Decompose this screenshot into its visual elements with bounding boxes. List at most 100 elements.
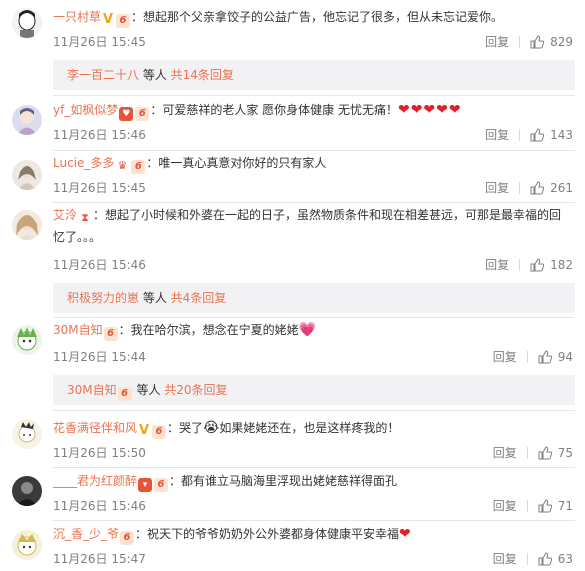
like-icon[interactable] (538, 498, 552, 513)
comment-text: 一只村草 V 6 ：想起那个父亲拿饺子的公益广告，他忘记了很多，但从未忘记爱你。 (53, 6, 575, 28)
comment-text: 沉_香_少_爷 6 ：祝天下的爷爷奶奶外公外婆都身体健康平安幸福❤ (53, 523, 575, 545)
like-count: 261 (550, 180, 573, 195)
replies-count-link[interactable]: 共20条回复 (164, 383, 227, 397)
like-icon[interactable] (530, 180, 545, 195)
comment-actions: 回复 94 (493, 348, 573, 365)
comment-time: 11月26日 15:47 (53, 552, 146, 566)
divider (526, 446, 528, 459)
comment-actions: 回复 261 (485, 179, 573, 196)
vip-icon: 6 (131, 160, 146, 174)
replies-mid-text: 等人 (139, 68, 171, 82)
replies-count-link[interactable]: 共4条回复 (171, 291, 227, 305)
username-link[interactable]: ____君为红颜醉 (53, 474, 137, 488)
flag-badge-icon: ▾ (138, 478, 153, 492)
vip-icon: 6 (117, 387, 132, 401)
divider (519, 35, 521, 48)
reply-user-link[interactable]: 李一百二十八 (67, 68, 139, 82)
reply-button[interactable]: 回复 (493, 348, 517, 365)
username-link[interactable]: Lucie_多多 (53, 156, 114, 170)
comment-body-cont: 忆了。。。 (53, 230, 102, 244)
divider (526, 552, 528, 565)
username-link[interactable]: 艾泠 (53, 208, 77, 222)
hourglass-icon: ⧗ (81, 211, 89, 224)
replies-summary[interactable]: 李一百二十八 等人 共14条回复 (53, 60, 575, 90)
avatar[interactable] (12, 8, 42, 38)
reply-button[interactable]: 回复 (493, 550, 517, 567)
reply-button[interactable]: 回复 (493, 497, 517, 514)
username-link[interactable]: yf_如枫似梦 (53, 103, 118, 117)
reply-button[interactable]: 回复 (485, 126, 509, 143)
vip-icon: 6 (154, 478, 169, 492)
replies-count-link[interactable]: 共14条回复 (171, 68, 234, 82)
heart-emoji-icon: ❤❤❤❤❤ (397, 102, 462, 118)
comment-time: 11月26日 15:50 (53, 446, 146, 460)
username-link[interactable]: 花香满径伴和风 (53, 421, 137, 435)
divider (53, 467, 575, 468)
reply-button[interactable]: 回复 (485, 33, 509, 50)
comment-time: 11月26日 15:45 (53, 35, 146, 49)
divider (519, 128, 521, 141)
comment-time: 11月26日 15:46 (53, 128, 146, 142)
vip-icon: 6 (120, 531, 135, 545)
username-link[interactable]: 沉_香_少_爷 (53, 527, 119, 541)
username-link[interactable]: 30M自知 (53, 323, 103, 337)
avatar[interactable] (12, 325, 42, 355)
like-count: 829 (550, 34, 573, 49)
comment-body: ：想起那个父亲拿饺子的公益广告，他忘记了很多，但从未忘记爱你。 (131, 10, 504, 24)
verified-v-icon: V (102, 12, 114, 27)
comment-body: ：唯一真心真意对你好的只有家人 (146, 156, 327, 170)
comment-body: ：想起了小时候和外婆在一起的日子，虽然物质条件和现在相差甚远，可那是最幸福的回 (93, 208, 562, 222)
comment-text: Lucie_多多 ♛ 6 ：唯一真心真意对你好的只有家人 (53, 152, 575, 174)
divider (519, 258, 521, 271)
reply-user-link[interactable]: 积极努力的崽 (67, 291, 139, 305)
like-icon[interactable] (530, 34, 545, 49)
reply-button[interactable]: 回复 (485, 179, 509, 196)
like-icon[interactable] (538, 551, 552, 566)
comment-body: ：都有谁立马脑海里浮现出姥姥慈祥得面孔 (169, 474, 398, 488)
vip-icon: 6 (116, 14, 131, 28)
avatar[interactable] (12, 160, 42, 190)
heart-badge-icon: ♥ (119, 107, 134, 121)
like-count: 182 (550, 257, 573, 272)
avatar[interactable] (12, 105, 42, 135)
divider (526, 350, 528, 363)
reply-button[interactable]: 回复 (485, 256, 509, 273)
comment-time: 11月26日 15:45 (53, 181, 146, 195)
comment-time: 11月26日 15:46 (53, 499, 146, 513)
heart-emoji-icon: ❤ (399, 526, 411, 542)
divider (53, 150, 575, 151)
like-icon[interactable] (538, 349, 552, 364)
comment-body: ：哭了 (167, 421, 204, 435)
divider (53, 410, 575, 411)
username-link[interactable]: 一只村草 (53, 10, 101, 24)
replies-summary[interactable]: 积极努力的崽 等人 共4条回复 (53, 283, 575, 313)
comment-actions: 回复 143 (485, 126, 573, 143)
avatar[interactable] (12, 419, 42, 449)
like-icon[interactable] (530, 257, 545, 272)
comment-time: 11月26日 15:46 (53, 258, 146, 272)
comment-actions: 回复 71 (493, 497, 573, 514)
comment-text: yf_如枫似梦 ♥ 6 ：可爱慈祥的老人家 愿你身体健康 无忧无痛！❤❤❤❤❤ (53, 99, 575, 121)
like-count: 71 (557, 498, 573, 513)
avatar[interactable] (12, 210, 42, 240)
vip-icon: 6 (103, 327, 118, 341)
crying-emoji-icon: 😭 (203, 420, 220, 436)
comment-actions: 回复 182 (485, 256, 573, 273)
avatar[interactable] (12, 530, 42, 560)
replies-summary[interactable]: 30M自知 6 等人 共20条回复 (53, 375, 575, 405)
comment-text: ____君为红颜醉 ▾ 6 ：都有谁立马脑海里浮现出姥姥慈祥得面孔 (53, 470, 575, 492)
comment-body: ：可爱慈祥的老人家 愿你身体健康 无忧无痛！ (150, 103, 398, 117)
like-icon[interactable] (530, 127, 545, 142)
like-icon[interactable] (538, 445, 552, 460)
heart-emoji-icon: 💗 (298, 322, 317, 338)
medal-icon: ♛ (117, 159, 128, 172)
comment-actions: 回复 75 (493, 444, 573, 461)
comment-text: 30M自知 6 ：我在哈尔滨，想念在宁夏的姥姥💗 (53, 319, 575, 341)
comment-actions: 回复 829 (485, 33, 573, 50)
reply-button[interactable]: 回复 (493, 444, 517, 461)
replies-mid-text: 等人 (132, 383, 165, 397)
reply-user-link[interactable]: 30M自知 (67, 383, 117, 397)
avatar[interactable] (12, 476, 42, 506)
divider (53, 95, 575, 96)
divider (53, 520, 575, 521)
